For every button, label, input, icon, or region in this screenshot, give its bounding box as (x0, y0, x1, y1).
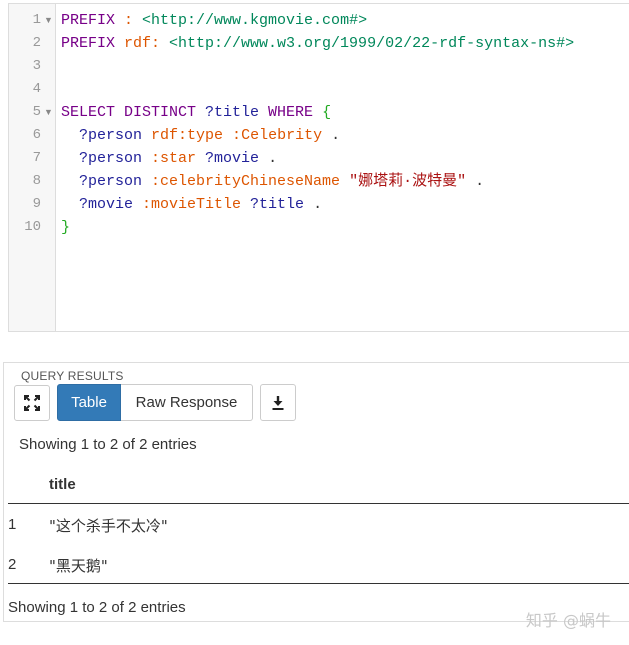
prefix: : (223, 127, 242, 144)
prefix: : (115, 12, 143, 29)
uri: <http://www.kgmovie.com#> (142, 12, 368, 29)
line-number: 5 (32, 104, 41, 120)
punctuation: . (304, 196, 323, 213)
line-number: 10 (24, 219, 41, 235)
predicate: celebrityChineseName (160, 173, 341, 190)
variable: ?person (61, 127, 143, 144)
variable: ?movie (196, 150, 260, 167)
table-cell-title: "黑天鹅" (49, 557, 108, 575)
line-number: 8 (32, 173, 41, 189)
query-editor[interactable]: 1 ▼ 2 3 4 5 ▼ 6 7 8 9 10 PREFIX : <http:… (8, 3, 629, 332)
predicate: type (187, 127, 224, 144)
header-divider (8, 503, 629, 504)
line-number-gutter: 1 ▼ 2 3 4 5 ▼ 6 7 8 9 10 (9, 4, 56, 331)
download-icon (272, 396, 284, 410)
keyword: WHERE (259, 104, 314, 121)
watermark: 知乎 @蜗牛 (525, 611, 611, 630)
code-line-9: ?movie :movieTitle ?title . (61, 193, 322, 216)
line-number: 1 (32, 12, 41, 28)
tab-table[interactable]: Table (57, 384, 121, 421)
variable: ?title (196, 104, 260, 121)
predicate: movieTitle (151, 196, 242, 213)
code-line-8: ?person :celebrityChineseName "娜塔莉·波特曼" … (61, 170, 484, 193)
code-line-6: ?person rdf:type :Celebrity . (61, 124, 340, 147)
line-number: 4 (32, 81, 41, 97)
variable: ?person (61, 150, 143, 167)
row-number: 2 (8, 556, 17, 573)
results-title: QUERY RESULTS (21, 369, 124, 383)
fold-arrow-icon[interactable]: ▼ (44, 9, 53, 32)
brace: } (61, 219, 71, 236)
string-literal: "娜塔莉·波特曼" (340, 173, 467, 190)
code-line-5: SELECT DISTINCT ?title WHERE { (61, 101, 331, 124)
row-number: 1 (8, 516, 17, 533)
keyword: SELECT DISTINCT (61, 104, 197, 121)
tab-raw-response[interactable]: Raw Response (121, 384, 253, 421)
code-area[interactable]: PREFIX : <http://www.kgmovie.com#> PREFI… (56, 4, 629, 331)
punctuation: . (259, 150, 278, 167)
line-number: 6 (32, 127, 41, 143)
expand-icon (24, 395, 40, 411)
entries-info-top: Showing 1 to 2 of 2 entries (19, 436, 197, 453)
prefix: : (133, 196, 152, 213)
column-header-title[interactable]: title (49, 476, 76, 493)
fold-arrow-icon[interactable]: ▼ (44, 101, 53, 124)
prefix: rdf: (142, 127, 188, 144)
line-number: 2 (32, 35, 41, 51)
prefix: : (142, 173, 161, 190)
code-line-1: PREFIX : <http://www.kgmovie.com#> (61, 9, 367, 32)
footer-divider (8, 583, 629, 584)
code-line-10: } (61, 216, 70, 239)
punctuation: . (322, 127, 341, 144)
prefix: rdf: (115, 35, 170, 52)
prefix: : (142, 150, 161, 167)
variable: ?movie (61, 196, 134, 213)
line-number: 3 (32, 58, 41, 74)
keyword: PREFIX (61, 35, 116, 52)
line-number: 7 (32, 150, 41, 166)
expand-button[interactable] (14, 385, 50, 421)
uri: <http://www.w3.org/1999/02/22-rdf-syntax… (169, 35, 575, 52)
entries-info-bottom: Showing 1 to 2 of 2 entries (8, 599, 186, 616)
brace: { (313, 104, 332, 121)
punctuation: . (466, 173, 485, 190)
code-line-2: PREFIX rdf: <http://www.w3.org/1999/02/2… (61, 32, 574, 55)
class-name: Celebrity (241, 127, 323, 144)
keyword: PREFIX (61, 12, 116, 29)
variable: ?person (61, 173, 143, 190)
download-button[interactable] (260, 384, 296, 421)
variable: ?title (241, 196, 305, 213)
line-number: 9 (32, 196, 41, 212)
table-cell-title: "这个杀手不太冷" (49, 517, 168, 535)
code-line-7: ?person :star ?movie . (61, 147, 277, 170)
predicate: star (160, 150, 197, 167)
